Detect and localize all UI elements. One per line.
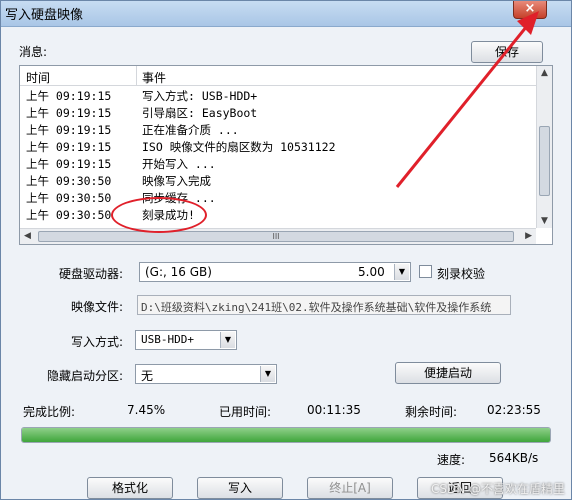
ratio-value: 7.45% (127, 403, 166, 417)
write-mode-label: 写入方式: (71, 335, 124, 349)
log-time: 上午 09:30:50 (26, 174, 112, 188)
chevron-down-icon[interactable]: ▼ (220, 332, 235, 348)
horizontal-scrollbar[interactable]: ◀ III ▶ (20, 228, 536, 244)
annotation-arrow-icon (395, 11, 539, 188)
log-event: 开始写入 ... (142, 157, 216, 171)
log-row: 上午 09:30:50 刻录成功! (20, 207, 536, 224)
write-mode-select[interactable]: USB-HDD+ ▼ (135, 330, 237, 350)
hidden-partition-value: 无 (141, 369, 154, 383)
log-time: 上午 09:19:15 (26, 89, 112, 103)
image-file-label: 映像文件: (71, 300, 124, 314)
hidden-partition-label: 隐藏启动分区: (47, 369, 124, 383)
column-time[interactable]: 时间 (26, 69, 50, 86)
column-event[interactable]: 事件 (142, 69, 166, 86)
verify-checkbox[interactable] (419, 265, 432, 278)
abort-button[interactable]: 终止[A] (307, 477, 393, 499)
log-time: 上午 09:19:15 (26, 140, 112, 154)
log-event: 刻录成功! (142, 208, 195, 222)
horizontal-scroll-thumb[interactable]: III (38, 231, 514, 242)
drive-label: 硬盘驱动器: (59, 267, 124, 281)
ratio-label: 完成比例: (23, 405, 76, 419)
verify-label: 刻录校验 (437, 267, 486, 281)
log-event: 同步缓存 ... (142, 191, 216, 205)
used-time-label: 已用时间: (219, 405, 272, 419)
log-event: 映像写入完成 (142, 174, 211, 188)
drive-value: (G:, 16 GB) (145, 265, 212, 279)
write-button[interactable]: 写入 (197, 477, 283, 499)
speed-value: 564KB/s (489, 451, 539, 465)
speed-label: 速度: (437, 453, 466, 467)
quick-boot-button[interactable]: 便捷启动 (395, 362, 501, 384)
chevron-down-icon[interactable]: ▼ (260, 366, 275, 382)
watermark: CSDN @不喜欢在盾精里 (430, 482, 565, 496)
write-mode-value: USB-HDD+ (141, 333, 194, 346)
format-button[interactable]: 格式化 (87, 477, 173, 499)
drive-select[interactable]: (G:, 16 GB) 5.00 ▼ (139, 262, 411, 282)
scroll-down-icon[interactable]: ▼ (541, 216, 548, 226)
log-time: 上午 09:19:15 (26, 106, 112, 120)
remaining-time-label: 剩余时间: (405, 405, 458, 419)
hidden-partition-select[interactable]: 无 ▼ (135, 364, 277, 384)
log-event: 正在准备介质 ... (142, 123, 239, 137)
log-time: 上午 09:19:15 (26, 123, 112, 137)
log-time: 上午 09:30:50 (26, 208, 112, 222)
messages-label: 消息: (19, 45, 48, 59)
scroll-left-icon[interactable]: ◀ (24, 231, 31, 241)
remaining-time-value: 02:23:55 (487, 403, 541, 417)
column-divider[interactable] (136, 66, 137, 86)
drive-size: 5.00 (358, 265, 385, 279)
scroll-right-icon[interactable]: ▶ (525, 231, 532, 241)
used-time-value: 00:11:35 (307, 403, 361, 417)
image-file-field[interactable]: D:\班级资料\zking\241班\02.软件及操作系统基础\软件及操作系统 (137, 295, 511, 315)
write-disk-image-window: 写入硬盘映像 × 消息: 保存 时间 事件 上午 09:19:15 写入方式: … (0, 0, 572, 500)
progress-bar (21, 427, 551, 443)
log-event: 引导扇区: EasyBoot (142, 106, 258, 120)
log-time: 上午 09:30:50 (26, 191, 112, 205)
log-time: 上午 09:19:15 (26, 157, 112, 171)
log-event: 写入方式: USB-HDD+ (142, 89, 258, 103)
progress-fill (22, 428, 550, 442)
log-event: ISO 映像文件的扇区数为 10531122 (142, 140, 336, 154)
chevron-down-icon[interactable]: ▼ (394, 264, 409, 280)
window-title: 写入硬盘映像 (5, 8, 84, 23)
